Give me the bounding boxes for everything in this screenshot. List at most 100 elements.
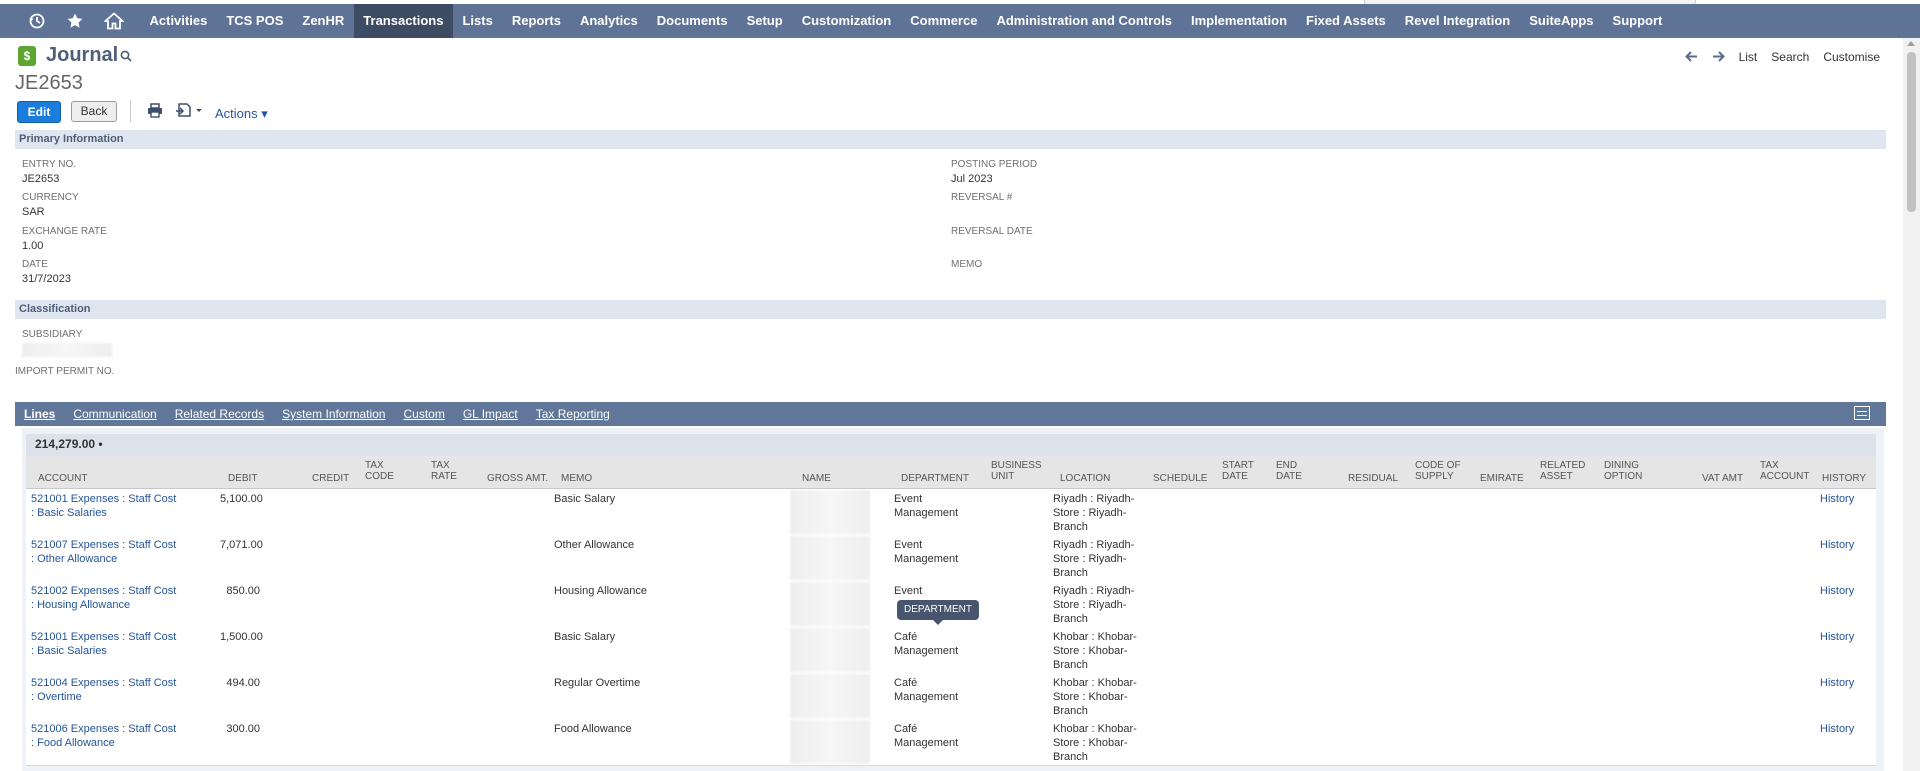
scrollbar-thumb[interactable] <box>1907 52 1916 212</box>
debit-value: 5,100.00 <box>220 493 263 505</box>
history-link[interactable]: History <box>1820 630 1854 644</box>
col-history[interactable]: History <box>1822 473 1866 484</box>
nav-item-support[interactable]: Support <box>1603 4 1672 38</box>
tab-lines[interactable]: Lines <box>15 407 64 421</box>
actions-menu[interactable]: Actions ▾ <box>215 106 268 122</box>
tab-related-records[interactable]: Related Records <box>166 407 273 421</box>
scroll-up-arrow-icon[interactable] <box>1907 41 1915 46</box>
col-location[interactable]: Location <box>1060 473 1110 484</box>
arrow-left-icon[interactable] <box>1684 49 1698 65</box>
nav-item-analytics[interactable]: Analytics <box>570 4 647 38</box>
nav-item-setup[interactable]: Setup <box>737 4 792 38</box>
col-end-date[interactable]: End Date <box>1276 460 1310 482</box>
nav-item-lists[interactable]: Lists <box>453 4 502 38</box>
col-debit[interactable]: Debit <box>228 473 257 484</box>
col-residual[interactable]: Residual <box>1348 473 1398 484</box>
classification-header[interactable]: Classification <box>15 300 1886 319</box>
tab-custom[interactable]: Custom <box>394 407 453 421</box>
account-link[interactable]: 521002 Expenses : Staff Cost: Housing Al… <box>31 584 176 612</box>
account-link[interactable]: 521006 Expenses : Staff Cost: Food Allow… <box>31 722 176 750</box>
col-credit[interactable]: Credit <box>312 473 349 484</box>
edit-button[interactable]: Edit <box>17 101 61 123</box>
account-link[interactable]: 521001 Expenses : Staff Cost: Basic Sala… <box>31 630 176 658</box>
col-name[interactable]: Name <box>802 473 831 484</box>
department-line-1: Event <box>894 493 923 505</box>
nav-item-suiteapps[interactable]: SuiteApps <box>1520 4 1603 38</box>
account-link[interactable]: 521007 Expenses : Staff Cost: Other Allo… <box>31 538 176 566</box>
home-icon[interactable] <box>104 12 124 30</box>
nav-menu: Activities TCS POS ZenHR Transactions Li… <box>140 4 1672 38</box>
nav-item-documents[interactable]: Documents <box>647 4 737 38</box>
primary-information-header[interactable]: Primary Information <box>15 130 1886 149</box>
nav-item-fixed-assets[interactable]: Fixed Assets <box>1297 4 1396 38</box>
col-start-date[interactable]: Start Date <box>1222 460 1256 482</box>
col-tax-rate[interactable]: Tax Rate <box>431 460 463 482</box>
department-line-1: Café <box>894 723 918 735</box>
col-emirate[interactable]: Emirate <box>1480 473 1524 484</box>
nav-item-reports[interactable]: Reports <box>502 4 570 38</box>
department-line-2: Management <box>894 507 959 519</box>
print-icon[interactable] <box>147 103 163 123</box>
department-value: Event <box>894 584 922 598</box>
col-gross-amt[interactable]: Gross Amt. <box>487 473 548 484</box>
download-document-icon[interactable] <box>176 102 206 123</box>
col-dining-option[interactable]: Dining Option <box>1604 460 1652 482</box>
import-permit-label: Import Permit No. <box>15 366 115 377</box>
search-link[interactable]: Search <box>1771 50 1809 64</box>
col-vat-amt[interactable]: VAT Amt <box>1702 473 1743 484</box>
table-row[interactable]: 521001 Expenses : Staff Cost: Basic Sala… <box>26 489 1876 536</box>
list-link[interactable]: List <box>1739 50 1758 64</box>
department-value: Event Management <box>894 538 958 566</box>
col-schedule[interactable]: Schedule <box>1153 473 1207 484</box>
col-business-unit[interactable]: Business Unit <box>991 460 1042 482</box>
customise-link[interactable]: Customise <box>1823 50 1880 64</box>
debit-value: 850.00 <box>226 585 260 597</box>
col-memo[interactable]: Memo <box>561 473 592 484</box>
table-row[interactable]: 521007 Expenses : Staff Cost: Other Allo… <box>26 535 1876 582</box>
nav-item-customization[interactable]: Customization <box>792 4 901 38</box>
history-link[interactable]: History <box>1820 584 1854 598</box>
col-tax-code[interactable]: Tax Code <box>365 460 397 482</box>
search-icon[interactable] <box>120 49 132 67</box>
col-department[interactable]: Department <box>901 473 969 484</box>
back-button[interactable]: Back <box>71 101 117 122</box>
nav-item-revel-integration[interactable]: Revel Integration <box>1395 4 1519 38</box>
history-link[interactable]: History <box>1820 492 1854 506</box>
account-link[interactable]: 521004 Expenses : Staff Cost: Overtime <box>31 676 176 704</box>
memo-value: Food Allowance <box>554 723 632 735</box>
department-value: Café Management <box>894 722 958 750</box>
col-tax-account[interactable]: Tax Account <box>1760 460 1810 482</box>
table-row[interactable]: 521004 Expenses : Staff Cost: Overtime 4… <box>26 673 1876 720</box>
toggle-view-icon[interactable] <box>1854 406 1870 420</box>
nav-item-transactions[interactable]: Transactions <box>353 4 453 38</box>
lines-table-header: Account Debit Credit Tax Code Tax Rate G… <box>26 456 1876 489</box>
lines-total-bar <box>26 434 1876 456</box>
location-line-1: Khobar : Khobar- <box>1053 723 1137 735</box>
nav-item-administration-and-controls[interactable]: Administration and Controls <box>987 4 1182 38</box>
tab-gl-impact[interactable]: GL Impact <box>454 407 527 421</box>
history-link[interactable]: History <box>1820 676 1854 690</box>
tab-communication[interactable]: Communication <box>64 407 165 421</box>
tab-tax-reporting[interactable]: Tax Reporting <box>527 407 619 421</box>
col-code-of-supply[interactable]: Code of Supply <box>1415 460 1465 482</box>
nav-item-activities[interactable]: Activities <box>140 4 217 38</box>
favorites-star-icon[interactable] <box>66 12 84 30</box>
nav-item-commerce[interactable]: Commerce <box>901 4 987 38</box>
nav-item-zenhr[interactable]: ZenHR <box>293 4 354 38</box>
history-link[interactable]: History <box>1820 538 1854 552</box>
memo-value: Basic Salary <box>554 631 616 643</box>
page-scrollbar[interactable] <box>1903 38 1920 771</box>
history-link[interactable]: History <box>1820 722 1854 736</box>
table-row[interactable]: 521001 Expenses : Staff Cost: Basic Sala… <box>26 627 1876 674</box>
arrow-right-icon[interactable] <box>1712 49 1725 65</box>
col-account[interactable]: Account <box>38 473 87 484</box>
table-row[interactable]: 521006 Expenses : Staff Cost: Food Allow… <box>26 719 1876 766</box>
col-related-asset[interactable]: Related Asset <box>1540 460 1588 482</box>
name-redacted <box>790 720 870 764</box>
nav-item-implementation[interactable]: Implementation <box>1181 4 1296 38</box>
nav-item-tcs-pos[interactable]: TCS POS <box>217 4 293 38</box>
recent-records-icon[interactable] <box>28 12 46 30</box>
tab-system-information[interactable]: System Information <box>273 407 394 421</box>
account-line-1: 521002 Expenses : Staff Cost <box>31 585 177 597</box>
account-link[interactable]: 521001 Expenses : Staff Cost: Basic Sala… <box>31 492 176 520</box>
